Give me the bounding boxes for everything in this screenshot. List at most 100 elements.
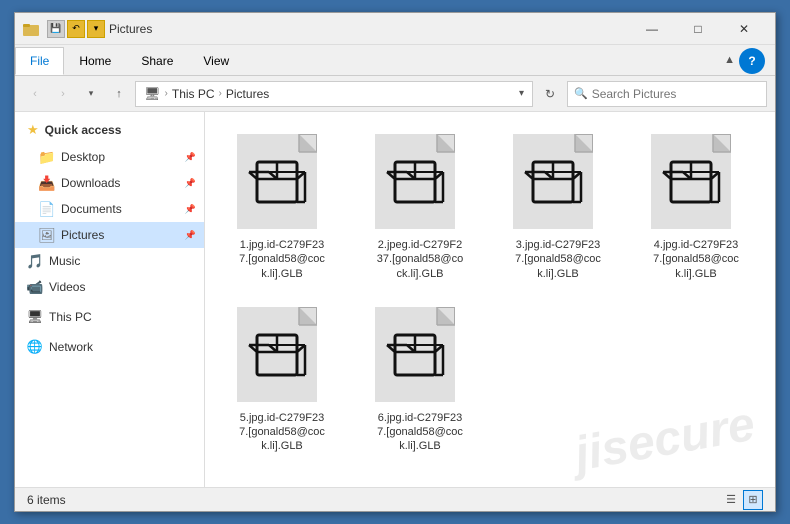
- file-item[interactable]: 4.jpg.id-C279F237.[gonald58@cock.li].GLB: [631, 124, 761, 289]
- sidebar-item-desktop[interactable]: 📁 Desktop 📌: [15, 144, 204, 170]
- pin-icon-downloads: 📌: [185, 178, 196, 189]
- file-doc-icon: [651, 134, 731, 229]
- file-name: 6.jpg.id-C279F237.[gonald58@cock.li].GLB: [377, 411, 463, 454]
- sidebar-network-label: Network: [49, 340, 93, 354]
- file-doc-icon: [237, 134, 317, 229]
- file-area: 1.jpg.id-C279F237.[gonald58@cock.li].GLB: [205, 112, 775, 487]
- sidebar-music-label: Music: [49, 254, 80, 268]
- sidebar-documents-label: Documents: [61, 202, 122, 216]
- path-segment-pictures[interactable]: Pictures: [226, 87, 269, 101]
- help-button[interactable]: ?: [739, 48, 765, 74]
- list-view-button[interactable]: ☰: [721, 490, 741, 510]
- file-name: 5.jpg.id-C279F237.[gonald58@cock.li].GLB: [239, 411, 325, 454]
- sidebar: ★ Quick access 📁 Desktop 📌 📥 Downloads 📌…: [15, 112, 205, 487]
- explorer-window: 💾 ↶ ▾ Pictures — □ ✕ File Home Share Vie…: [14, 12, 776, 512]
- back-button[interactable]: ‹: [23, 82, 47, 106]
- file-item[interactable]: 5.jpg.id-C279F237.[gonald58@cock.li].GLB: [217, 297, 347, 462]
- path-pc-icon: 🖥: [144, 86, 161, 102]
- title-bar: 💾 ↶ ▾ Pictures — □ ✕: [15, 13, 775, 45]
- star-icon: ★: [27, 122, 39, 138]
- pictures-folder-icon: 🖼: [39, 227, 55, 243]
- sidebar-item-music[interactable]: 🎵 Music: [15, 248, 204, 274]
- save-icon[interactable]: 💾: [47, 20, 65, 38]
- sidebar-item-videos[interactable]: 📹 Videos: [15, 274, 204, 300]
- pin-icon-desktop: 📌: [185, 152, 196, 163]
- folder-icon: [23, 21, 39, 37]
- main-content: ★ Quick access 📁 Desktop 📌 📥 Downloads 📌…: [15, 112, 775, 487]
- items-count-label: 6 items: [27, 493, 66, 507]
- up-button[interactable]: ↑: [107, 82, 131, 106]
- search-icon: 🔍: [574, 87, 588, 100]
- file-doc-icon: [513, 134, 593, 229]
- music-folder-icon: 🎵: [27, 253, 43, 269]
- sidebar-pictures-label: Pictures: [61, 228, 104, 242]
- sidebar-section-quickaccess: ★ Quick access: [15, 116, 204, 144]
- sidebar-item-network[interactable]: 🌐 Network: [15, 334, 204, 360]
- path-segment-thispc[interactable]: This PC: [172, 87, 215, 101]
- search-input[interactable]: [592, 87, 760, 101]
- maximize-button[interactable]: □: [675, 13, 721, 45]
- file-item[interactable]: 1.jpg.id-C279F237.[gonald58@cock.li].GLB: [217, 124, 347, 289]
- quick-save-group: 💾 ↶ ▾: [47, 20, 105, 38]
- file-doc-icon: [375, 134, 455, 229]
- file-thumbnail: [513, 134, 603, 234]
- window-title: Pictures: [105, 22, 629, 36]
- sidebar-item-thispc[interactable]: 🖥 This PC: [15, 304, 204, 330]
- tab-view[interactable]: View: [188, 47, 244, 75]
- ribbon: File Home Share View ▲ ?: [15, 45, 775, 76]
- close-button[interactable]: ✕: [721, 13, 767, 45]
- pin-icon-pictures: 📌: [185, 230, 196, 241]
- window-controls: — □ ✕: [629, 13, 767, 45]
- network-icon: 🌐: [27, 339, 43, 355]
- file-item[interactable]: 6.jpg.id-C279F237.[gonald58@cock.li].GLB: [355, 297, 485, 462]
- file-doc-icon: [375, 307, 455, 402]
- thispc-icon: 🖥: [27, 309, 43, 325]
- status-bar: 6 items ☰ ⊞: [15, 487, 775, 511]
- pin-icon-documents: 📌: [185, 204, 196, 215]
- sidebar-item-documents[interactable]: 📄 Documents 📌: [15, 196, 204, 222]
- grid-view-button[interactable]: ⊞: [743, 490, 763, 510]
- file-name: 1.jpg.id-C279F237.[gonald58@cock.li].GLB: [239, 238, 325, 281]
- sidebar-downloads-label: Downloads: [61, 176, 120, 190]
- quick-access-label: Quick access: [45, 123, 122, 137]
- dropdown-arrow[interactable]: ▾: [87, 20, 105, 38]
- file-name: 4.jpg.id-C279F237.[gonald58@cock.li].GLB: [653, 238, 739, 281]
- title-icon-group: [23, 21, 39, 37]
- videos-folder-icon: 📹: [27, 279, 43, 295]
- address-bar: ‹ › ▾ ↑ 🖥 › This PC › Pictures ▾ ↻ 🔍: [15, 76, 775, 112]
- tab-file[interactable]: File: [15, 47, 64, 75]
- file-thumbnail: [375, 307, 465, 407]
- tab-home[interactable]: Home: [64, 47, 126, 75]
- sidebar-desktop-label: Desktop: [61, 150, 105, 164]
- view-controls: ☰ ⊞: [721, 490, 763, 510]
- ribbon-tabs: File Home Share View ▲ ?: [15, 45, 775, 75]
- file-thumbnail: [651, 134, 741, 234]
- sidebar-item-downloads[interactable]: 📥 Downloads 📌: [15, 170, 204, 196]
- path-separator-2: ›: [219, 88, 222, 99]
- file-thumbnail: [237, 134, 327, 234]
- sidebar-item-pictures[interactable]: 🖼 Pictures 📌: [15, 222, 204, 248]
- dropdown-recent-button[interactable]: ▾: [79, 82, 103, 106]
- path-dropdown-arrow[interactable]: ▾: [519, 88, 524, 99]
- documents-folder-icon: 📄: [39, 201, 55, 217]
- sidebar-videos-label: Videos: [49, 280, 85, 294]
- minimize-button[interactable]: —: [629, 13, 675, 45]
- file-thumbnail: [375, 134, 465, 234]
- file-item[interactable]: 2.jpeg.id-C279F237.[gonald58@cock.li].GL…: [355, 124, 485, 289]
- ribbon-collapse-btn[interactable]: ▲: [724, 54, 735, 66]
- desktop-folder-icon: 📁: [39, 149, 55, 165]
- undo-icon[interactable]: ↶: [67, 20, 85, 38]
- address-path[interactable]: 🖥 › This PC › Pictures ▾: [135, 81, 533, 107]
- forward-button[interactable]: ›: [51, 82, 75, 106]
- file-grid: 1.jpg.id-C279F237.[gonald58@cock.li].GLB: [217, 124, 763, 462]
- downloads-folder-icon: 📥: [39, 175, 55, 191]
- file-name: 3.jpg.id-C279F237.[gonald58@cock.li].GLB: [515, 238, 601, 281]
- file-item[interactable]: 3.jpg.id-C279F237.[gonald58@cock.li].GLB: [493, 124, 623, 289]
- search-box[interactable]: 🔍: [567, 81, 767, 107]
- file-doc-icon: [237, 307, 317, 402]
- file-thumbnail: [237, 307, 327, 407]
- sidebar-thispc-label: This PC: [49, 310, 92, 324]
- tab-share[interactable]: Share: [126, 47, 188, 75]
- path-separator-1: ›: [165, 88, 168, 99]
- refresh-button[interactable]: ↻: [537, 81, 563, 107]
